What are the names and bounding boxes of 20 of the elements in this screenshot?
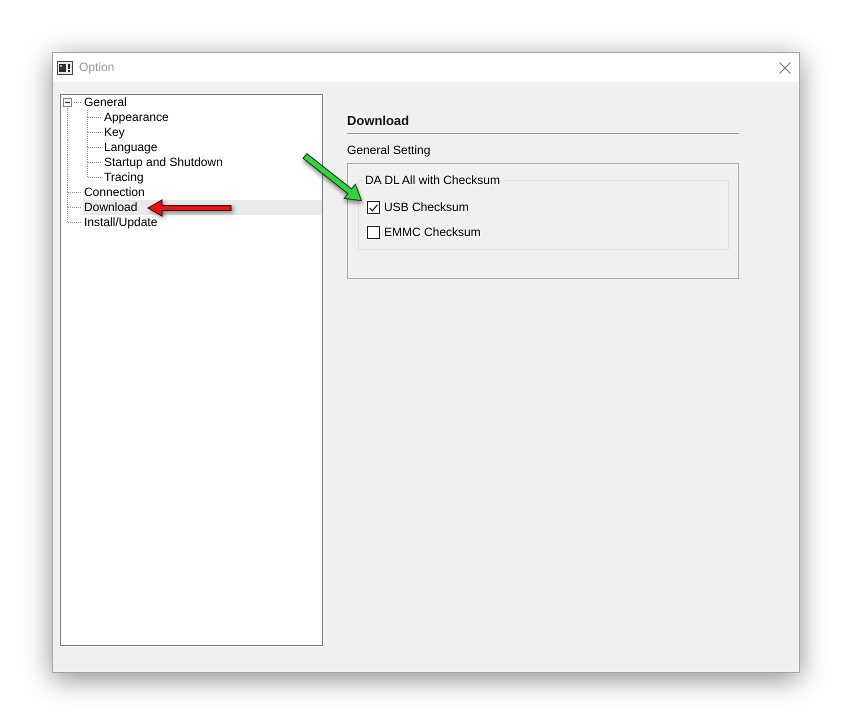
checkbox-label[interactable]: EMMC Checksum — [384, 225, 481, 240]
checkbox-label[interactable]: USB Checksum — [384, 200, 469, 215]
section-label: General Setting — [347, 143, 430, 158]
tree-item[interactable]: Appearance — [103, 110, 171, 125]
window-title: Option — [79, 60, 114, 75]
annotation-arrow — [302, 152, 362, 202]
expander-icon[interactable] — [63, 98, 72, 107]
checkbox[interactable] — [367, 226, 380, 239]
tree-item[interactable]: General — [83, 95, 129, 110]
tree-item[interactable]: Key — [103, 125, 127, 140]
tree-item[interactable]: Connection — [83, 185, 147, 200]
checkbox[interactable] — [367, 201, 380, 214]
tree-item[interactable]: Startup and Shutdown — [103, 155, 225, 170]
app-icon — [57, 60, 73, 74]
section-heading: Download — [347, 113, 410, 128]
tree-item[interactable]: Install/Update — [83, 215, 160, 230]
tree-item[interactable]: Language — [103, 140, 160, 155]
close-icon — [779, 62, 791, 74]
close-button[interactable] — [779, 62, 791, 74]
tree-item[interactable]: Tracing — [103, 170, 146, 185]
